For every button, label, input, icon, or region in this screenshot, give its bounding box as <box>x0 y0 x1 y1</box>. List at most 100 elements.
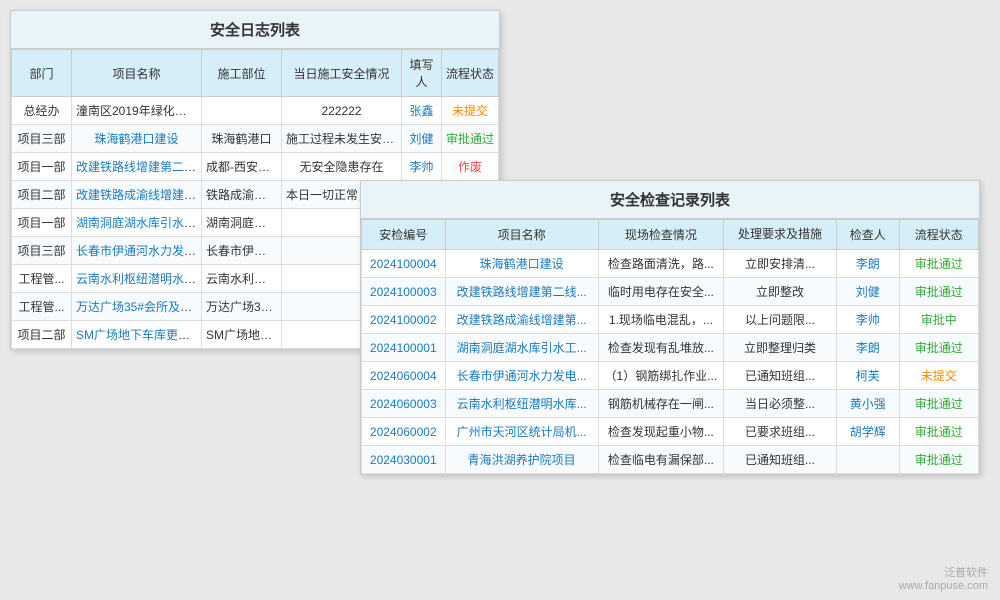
left-cell-dept: 工程管... <box>12 293 72 321</box>
right-cell-id[interactable]: 2024060002 <box>362 418 446 446</box>
right-cell-project[interactable]: 广州市天河区统计局机... <box>445 418 598 446</box>
left-cell-situation: 222222 <box>282 97 402 125</box>
left-cell-project[interactable]: 珠海鹤港口建设 <box>72 125 202 153</box>
left-cell-project[interactable]: 万达广场35#会所及咖啡... <box>72 293 202 321</box>
right-table-row: 2024100001湖南洞庭湖水库引水工...检查发现有乱堆放...立即整理归类… <box>362 334 979 362</box>
right-cell-project[interactable]: 湖南洞庭湖水库引水工... <box>445 334 598 362</box>
right-col-situation: 现场检查情况 <box>598 220 723 250</box>
right-cell-status: 审批通过 <box>899 278 978 306</box>
right-table: 安检编号 项目名称 现场检查情况 处理要求及措施 检查人 流程状态 202410… <box>361 219 979 474</box>
right-cell-inspector[interactable]: 刘健 <box>836 278 899 306</box>
right-table-row: 2024060002广州市天河区统计局机...检查发现起重小物...已要求班组.… <box>362 418 979 446</box>
right-col-inspector: 检查人 <box>836 220 899 250</box>
left-col-situation: 当日施工安全情况 <box>282 50 402 97</box>
right-cell-inspector[interactable]: 胡学辉 <box>836 418 899 446</box>
right-cell-status: 审批通过 <box>899 446 978 474</box>
right-cell-situation: 检查发现有乱堆放... <box>598 334 723 362</box>
right-cell-measure: 立即整理归类 <box>724 334 837 362</box>
left-cell-writer[interactable]: 李帅 <box>402 153 442 181</box>
right-cell-inspector[interactable]: 李朗 <box>836 250 899 278</box>
left-cell-project: 潼南区2019年绿化补贴项... <box>72 97 202 125</box>
page-container: 安全日志列表 部门 项目名称 施工部位 当日施工安全情况 填写人 流程状态 总经… <box>0 0 1000 600</box>
right-table-row: 2024100004珠海鹤港口建设检查路面清洗，路...立即安排清...李朗审批… <box>362 250 979 278</box>
left-cell-status: 作废 <box>441 153 498 181</box>
left-cell-project[interactable]: 改建铁路成渝线增建第二... <box>72 181 202 209</box>
left-cell-dept: 项目二部 <box>12 321 72 349</box>
left-cell-writer[interactable]: 刘健 <box>402 125 442 153</box>
left-cell-project[interactable]: SM广场地下车库更换摄... <box>72 321 202 349</box>
right-table-row: 2024030001青海洪湖养护院项目检查临电有漏保部...已通知班组...审批… <box>362 446 979 474</box>
right-cell-measure: 以上问题限... <box>724 306 837 334</box>
right-cell-status: 审批通过 <box>899 390 978 418</box>
left-cell-site: 珠海鹤港口 <box>202 125 282 153</box>
left-cell-site: 云南水利枢纽潜... <box>202 265 282 293</box>
left-col-writer: 填写人 <box>402 50 442 97</box>
right-cell-inspector[interactable]: 李朗 <box>836 334 899 362</box>
watermark-line2: www.fanpuse.com <box>899 580 988 592</box>
right-cell-situation: （1）钢筋绑扎作业... <box>598 362 723 390</box>
left-table-row: 总经办潼南区2019年绿化补贴项... 222222张鑫未提交 <box>12 97 499 125</box>
right-cell-id[interactable]: 2024100002 <box>362 306 446 334</box>
right-cell-inspector[interactable]: 李帅 <box>836 306 899 334</box>
right-cell-situation: 钢筋机械存在一闸... <box>598 390 723 418</box>
left-cell-project[interactable]: 长春市伊通河水力发电厂... <box>72 237 202 265</box>
right-cell-situation: 检查临电有漏保部... <box>598 446 723 474</box>
left-cell-dept: 项目一部 <box>12 153 72 181</box>
left-cell-dept: 工程管... <box>12 265 72 293</box>
right-cell-id[interactable]: 2024060003 <box>362 390 446 418</box>
right-cell-project[interactable]: 珠海鹤港口建设 <box>445 250 598 278</box>
right-cell-id[interactable]: 2024100004 <box>362 250 446 278</box>
right-cell-id[interactable]: 2024100003 <box>362 278 446 306</box>
right-cell-inspector[interactable]: 柯芙 <box>836 362 899 390</box>
right-col-status: 流程状态 <box>899 220 978 250</box>
left-cell-site: 湖南洞庭湖水库 <box>202 209 282 237</box>
right-cell-project[interactable]: 改建铁路线增建第二线... <box>445 278 598 306</box>
left-cell-site <box>202 97 282 125</box>
right-col-measure: 处理要求及措施 <box>724 220 837 250</box>
left-cell-project[interactable]: 湖南洞庭湖水库引水工程... <box>72 209 202 237</box>
right-cell-measure: 已要求班组... <box>724 418 837 446</box>
right-cell-situation: 1.现场临电混乱，... <box>598 306 723 334</box>
right-cell-measure: 当日必须整... <box>724 390 837 418</box>
left-cell-writer[interactable]: 张鑫 <box>402 97 442 125</box>
right-cell-inspector <box>836 446 899 474</box>
left-cell-dept: 项目二部 <box>12 181 72 209</box>
right-cell-situation: 检查发现起重小物... <box>598 418 723 446</box>
right-cell-id[interactable]: 2024030001 <box>362 446 446 474</box>
right-table-header-row: 安检编号 项目名称 现场检查情况 处理要求及措施 检查人 流程状态 <box>362 220 979 250</box>
right-cell-status: 审批中 <box>899 306 978 334</box>
left-cell-site: 成都-西安铁路... <box>202 153 282 181</box>
left-cell-site: 万达广场35#会... <box>202 293 282 321</box>
right-table-row: 2024060004长春市伊通河水力发电...（1）钢筋绑扎作业...已通知班组… <box>362 362 979 390</box>
right-cell-project[interactable]: 青海洪湖养护院项目 <box>445 446 598 474</box>
right-cell-status: 审批通过 <box>899 418 978 446</box>
left-cell-project[interactable]: 云南水利枢纽潜明水库一... <box>72 265 202 293</box>
right-col-project: 项目名称 <box>445 220 598 250</box>
right-col-id: 安检编号 <box>362 220 446 250</box>
left-cell-status: 审批通过 <box>441 125 498 153</box>
right-cell-id[interactable]: 2024060004 <box>362 362 446 390</box>
right-table-container: 安全检查记录列表 安检编号 项目名称 现场检查情况 处理要求及措施 检查人 流程… <box>360 180 980 475</box>
watermark: 泛普软件 www.fanpuse.com <box>899 564 988 592</box>
left-cell-site: 铁路成渝线（成... <box>202 181 282 209</box>
right-cell-inspector[interactable]: 黄小强 <box>836 390 899 418</box>
right-cell-status: 审批通过 <box>899 334 978 362</box>
right-cell-project[interactable]: 云南水利枢纽潜明水库... <box>445 390 598 418</box>
left-cell-project[interactable]: 改建铁路线增建第二线直... <box>72 153 202 181</box>
left-cell-dept: 项目一部 <box>12 209 72 237</box>
left-cell-status: 未提交 <box>441 97 498 125</box>
left-cell-situation: 施工过程未发生安全事故... <box>282 125 402 153</box>
left-cell-dept: 总经办 <box>12 97 72 125</box>
right-table-row: 2024100002改建铁路成渝线增建第...1.现场临电混乱，...以上问题限… <box>362 306 979 334</box>
right-cell-id[interactable]: 2024100001 <box>362 334 446 362</box>
watermark-line1: 泛普软件 <box>899 564 988 580</box>
right-cell-measure: 立即安排清... <box>724 250 837 278</box>
right-cell-project[interactable]: 长春市伊通河水力发电... <box>445 362 598 390</box>
right-cell-status: 未提交 <box>899 362 978 390</box>
right-cell-situation: 临时用电存在安全... <box>598 278 723 306</box>
right-cell-project[interactable]: 改建铁路成渝线增建第... <box>445 306 598 334</box>
right-table-title: 安全检查记录列表 <box>361 181 979 219</box>
left-table-title: 安全日志列表 <box>11 11 499 49</box>
right-table-row: 2024100003改建铁路线增建第二线...临时用电存在安全...立即整改刘健… <box>362 278 979 306</box>
left-cell-situation: 无安全隐患存在 <box>282 153 402 181</box>
